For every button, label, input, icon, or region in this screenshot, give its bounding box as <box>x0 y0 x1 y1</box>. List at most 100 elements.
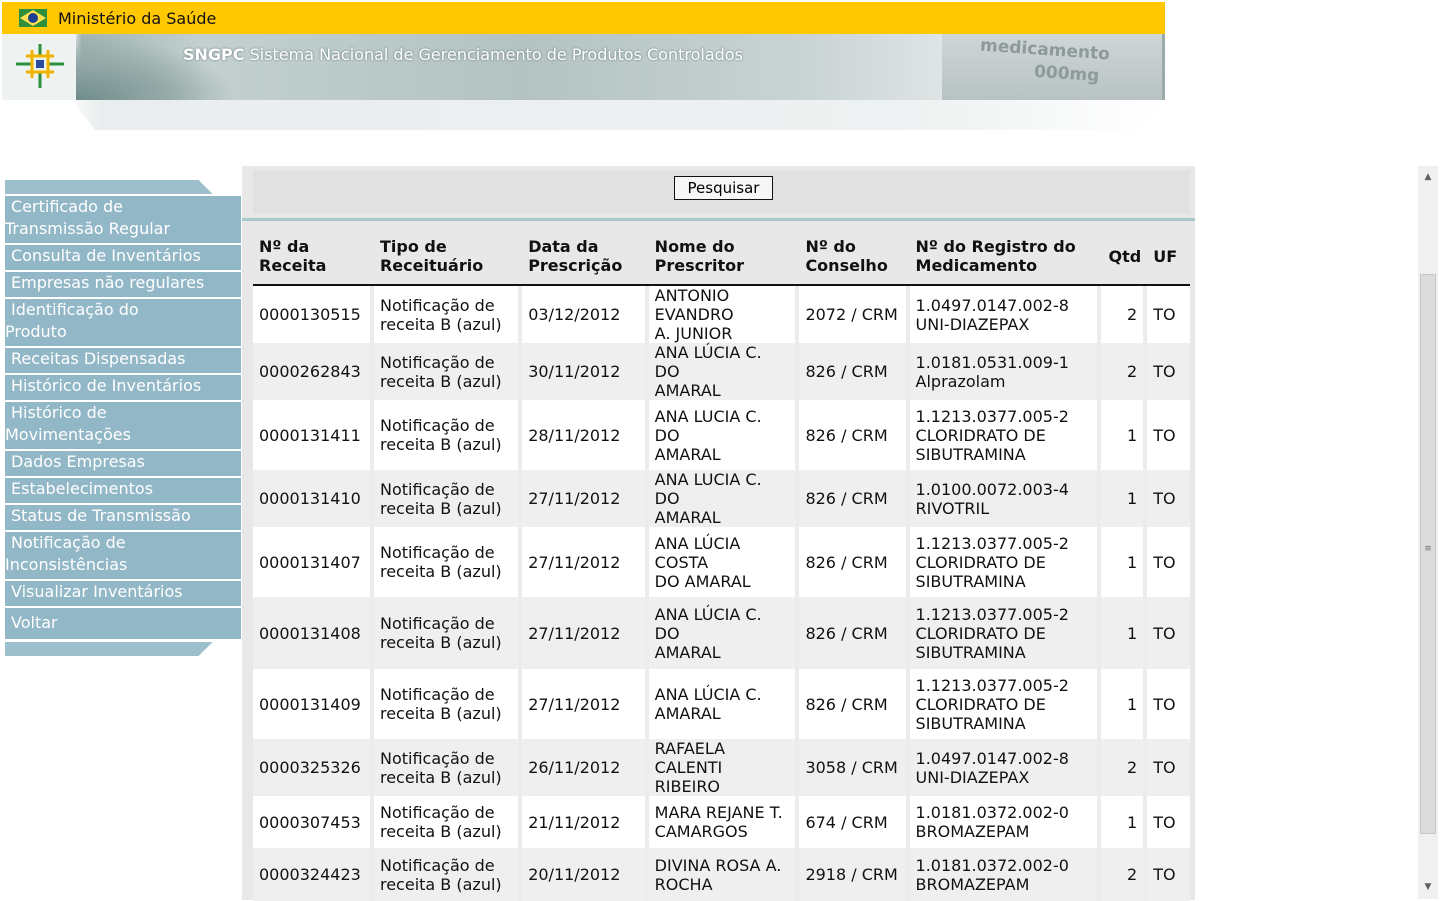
cell-registro-line: 1.0181.0372.002-0 <box>915 855 1069 875</box>
cell-prescritor-line: ANA LÚCIA C. <box>654 685 762 704</box>
column-header: Nome do Prescritor <box>648 228 800 286</box>
cell-conselho: 826 / CRM <box>799 400 910 470</box>
banner-graphic <box>76 34 236 100</box>
search-button[interactable]: Pesquisar <box>674 176 773 200</box>
cell-registro: 1.1213.0377.005-2 CLORIDRATO DE SIBUTRAMIN… <box>909 400 1102 470</box>
cell-tipo-line: receita B (azul) <box>379 435 502 454</box>
cell-registro: 1.1213.0377.005-2 CLORIDRATO DE SIBUTRAMIN… <box>909 527 1102 597</box>
cell-receita: 0000131411 <box>253 400 374 470</box>
vertical-scrollbar[interactable]: ▲ ≡ ▼ <box>1418 166 1438 899</box>
scroll-grip-icon: ≡ <box>1424 544 1432 554</box>
prescriptions-table: Nº da Receita Tipo de Receituário Data da Pre… <box>253 228 1190 901</box>
cell-prescritor: RAFAELA CALENTI RIBEIRO <box>648 739 800 796</box>
column-header: Nº da Receita <box>253 228 374 286</box>
sidebar-item[interactable]: Voltar <box>5 608 241 639</box>
cell-qtd: 1 <box>1101 597 1148 669</box>
cell-registro: 1.0100.0072.003-4 RIVOTRIL <box>909 470 1102 527</box>
cell-registro-line: SIBUTRAMINA <box>915 713 1026 733</box>
sidebar-item[interactable]: Visualizar Inventários <box>5 581 241 606</box>
cell-uf: TO <box>1147 597 1190 669</box>
main-content: Pesquisar Nº da Receita Tipo de Receituário… <box>242 166 1195 901</box>
scroll-up-arrow-icon[interactable]: ▲ <box>1418 168 1438 186</box>
sidebar-item-label: Certificado de <box>11 197 124 216</box>
sidebar-item[interactable]: Histórico de Movimentações <box>5 402 241 449</box>
cell-registro: 1.1213.0377.005-2 CLORIDRATO DE SIBUTRAMIN… <box>909 669 1102 739</box>
cell-registro-line: SIBUTRAMINA <box>915 444 1026 464</box>
cell-tipo: Notificação de receita B (azul) <box>373 597 523 669</box>
medicine-box-graphic: medicamento 000mg <box>942 34 1162 100</box>
medicine-box-text-1: medicamento <box>979 35 1111 65</box>
table-row: 0000324423 Notificação de receita B (azul)… <box>253 848 1190 901</box>
table-row: 0000131411 Notificação de receita B (azul)… <box>253 400 1190 470</box>
cell-tipo-line: Notificação de <box>379 803 495 822</box>
table-row: 0000131410 Notificação de receita B (azul)… <box>253 470 1190 527</box>
cell-registro: 1.0181.0372.002-0 BROMAZEPAM <box>909 848 1102 901</box>
cell-registro-line: Alprazolam <box>915 371 1006 391</box>
sidebar-item[interactable]: Notificação de Inconsistências <box>5 532 241 579</box>
column-header: Nº do Conselho <box>799 228 910 286</box>
cell-tipo-line: Notificação de <box>379 479 495 499</box>
cell-prescritor-line: AMARAL <box>654 381 721 400</box>
sidebar-item-label: Voltar <box>11 613 58 632</box>
sidebar-item[interactable]: Consulta de Inventários <box>5 245 241 270</box>
sidebar-item[interactable]: Certificado de Transmissão Regular <box>5 196 241 243</box>
sidebar-item-label-continued: Produto <box>5 322 67 341</box>
cell-data: 27/11/2012 <box>522 669 649 739</box>
sidebar-item[interactable]: Identificação do Produto <box>5 299 241 346</box>
sidebar-item[interactable]: Dados Empresas <box>5 451 241 476</box>
sidebar-item[interactable]: Receitas Dispensadas <box>5 348 241 373</box>
cell-prescritor-line: AMARAL <box>654 704 721 723</box>
column-header-label-continued: Prescritor <box>654 256 745 275</box>
cell-registro-line: CLORIDRATO DE <box>915 425 1046 445</box>
cell-tipo: Notificação de receita B (azul) <box>373 470 523 527</box>
cell-tipo-line: receita B (azul) <box>379 371 502 391</box>
cell-tipo-line: receita B (azul) <box>379 874 502 894</box>
cell-prescritor: DIVINA ROSA A. ROCHA <box>648 848 800 901</box>
sidebar-item-label: Status de Transmissão <box>11 506 191 525</box>
cell-data: 30/11/2012 <box>522 343 649 400</box>
cell-tipo-line: receita B (azul) <box>379 562 502 581</box>
cell-registro: 1.0497.0147.002-8 UNI-DIAZEPAX <box>909 286 1102 343</box>
sidebar-item[interactable]: Histórico de Inventários <box>5 375 241 400</box>
search-area: Pesquisar <box>253 170 1190 214</box>
sidebar-item[interactable]: Status de Transmissão <box>5 505 241 530</box>
scroll-thumb[interactable]: ≡ <box>1420 274 1436 834</box>
cell-receita: 0000324423 <box>253 848 374 901</box>
sidebar-item-label: Visualizar Inventários <box>11 582 183 601</box>
cell-tipo-line: Notificação de <box>379 295 495 315</box>
sidebar-item[interactable]: Estabelecimentos <box>5 478 241 503</box>
sidebar-item-label: Consulta de Inventários <box>11 246 201 265</box>
ministry-name: Ministério da Saúde <box>58 8 217 28</box>
cell-tipo-line: receita B (azul) <box>379 498 502 518</box>
cell-receita: 0000131407 <box>253 527 374 597</box>
sidebar-item[interactable]: Empresas não regulares <box>5 272 241 297</box>
column-header-label: UF <box>1153 246 1178 266</box>
cell-uf: TO <box>1147 669 1190 739</box>
cell-qtd: 1 <box>1101 796 1148 848</box>
cell-uf: TO <box>1147 739 1190 796</box>
cell-prescritor-line: RIBEIRO <box>654 777 721 796</box>
cell-conselho: 3058 / CRM <box>799 739 910 796</box>
column-header: UF <box>1147 228 1190 286</box>
cell-tipo: Notificação de receita B (azul) <box>373 527 523 597</box>
cell-data: 03/12/2012 <box>522 286 649 343</box>
cell-registro-line: CLORIDRATO DE <box>915 552 1046 572</box>
cell-tipo-line: Notificação de <box>379 352 495 372</box>
sidebar-item-label: Notificação de <box>11 533 126 552</box>
column-header-label: Nome do <box>654 237 735 256</box>
cell-registro: 1.0181.0531.009-1 Alprazolam <box>909 343 1102 400</box>
table-row: 0000262843 Notificação de receita B (azul)… <box>253 343 1190 400</box>
cell-prescritor-line: DO AMARAL <box>654 571 751 591</box>
cell-registro-line: UNI-DIAZEPAX <box>915 314 1030 334</box>
column-header-label: Qtd <box>1108 246 1142 266</box>
cell-receita: 0000131409 <box>253 669 374 739</box>
column-header-label: Nº do <box>805 237 856 256</box>
cell-prescritor: ANA LÚCIA C. AMARAL <box>648 669 800 739</box>
column-header-label: Tipo de <box>379 237 447 256</box>
cell-prescritor-line: ANA LÚCIA C. DO <box>654 604 762 643</box>
cell-receita: 0000131410 <box>253 470 374 527</box>
scroll-down-arrow-icon[interactable]: ▼ <box>1418 878 1438 896</box>
system-full-name: Sistema Nacional de Gerenciamento de Pro… <box>249 45 743 64</box>
cell-prescritor-line: ANA LÚCIA COSTA <box>654 533 741 572</box>
cell-tipo: Notificação de receita B (azul) <box>373 739 523 796</box>
